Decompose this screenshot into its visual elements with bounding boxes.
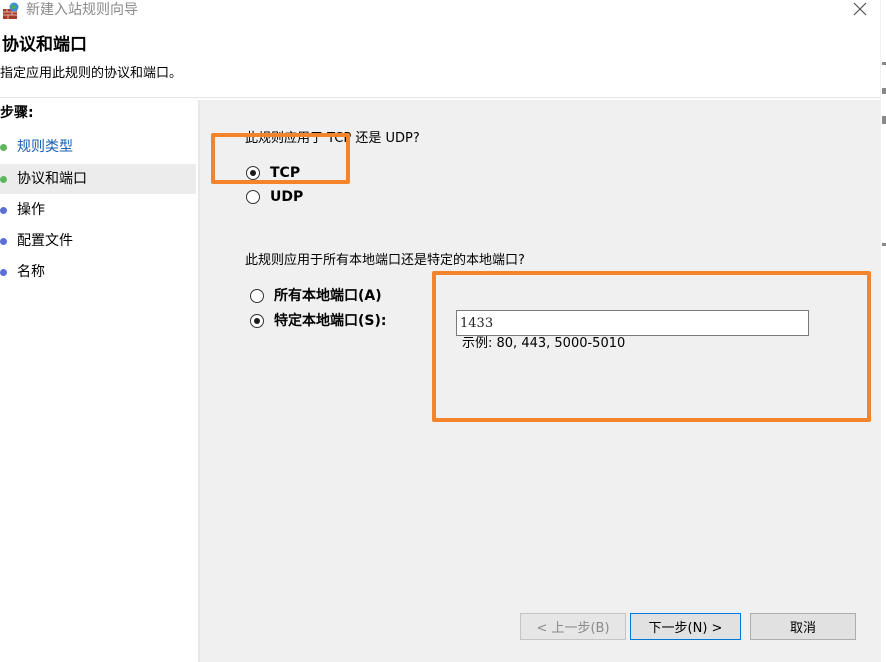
step-status-dot (0, 175, 7, 183)
step-status-dot (0, 143, 7, 151)
highlight-box-ports (432, 271, 871, 422)
window-title: 新建入站规则向导 (26, 2, 138, 18)
step-status-dot (0, 237, 7, 245)
step-label: 配置文件 (17, 233, 73, 249)
step-name: 名称 (0, 257, 196, 287)
step-profile: 配置文件 (0, 226, 196, 256)
step-label: 规则类型 (17, 139, 73, 155)
step-rule-type[interactable]: 规则类型 (0, 132, 196, 162)
close-icon (853, 2, 867, 20)
next-button[interactable]: 下一步(N) > (630, 613, 741, 640)
header-divider (0, 97, 880, 98)
udp-label: UDP (270, 189, 304, 205)
all-ports-label: 所有本地端口(A) (274, 288, 382, 304)
steps-title: 步骤: (0, 105, 34, 121)
radio-checked-icon (250, 314, 264, 328)
edge-mark (882, 62, 886, 65)
all-ports-radio[interactable]: 所有本地端口(A) (250, 287, 382, 305)
step-label: 操作 (17, 202, 45, 218)
ports-question: 此规则应用于所有本地端口还是特定的本地端口? (245, 253, 525, 268)
background-window-edge (880, 0, 886, 662)
back-button[interactable]: < 上一步(B) (520, 613, 626, 640)
title-bar: 新建入站规则向导 (0, 0, 880, 26)
step-protocol-and-ports[interactable]: 协议和端口 (0, 164, 196, 194)
step-status-dot (0, 206, 7, 214)
firewall-icon (2, 2, 20, 20)
step-action: 操作 (0, 195, 196, 225)
page-title: 协议和端口 (2, 35, 87, 55)
udp-radio[interactable]: UDP (246, 188, 303, 206)
edge-mark (882, 88, 886, 94)
radio-unchecked-icon (246, 190, 260, 204)
highlight-box-protocol (211, 133, 350, 184)
specific-ports-label: 特定本地端口(S): (274, 313, 387, 329)
radio-unchecked-icon (250, 289, 264, 303)
edge-mark (882, 116, 886, 124)
close-button[interactable] (848, 0, 872, 22)
step-label: 名称 (17, 264, 45, 280)
steps-panel: 步骤: 规则类型 协议和端口 操作 配置文件 名称 (0, 100, 198, 662)
page-subtitle: 指定应用此规则的协议和端口。 (0, 66, 183, 81)
step-status-dot (0, 268, 7, 276)
edge-mark (882, 243, 886, 246)
specific-ports-radio[interactable]: 特定本地端口(S): (250, 312, 386, 330)
cancel-button[interactable]: 取消 (750, 613, 856, 640)
step-label: 协议和端口 (17, 171, 87, 187)
